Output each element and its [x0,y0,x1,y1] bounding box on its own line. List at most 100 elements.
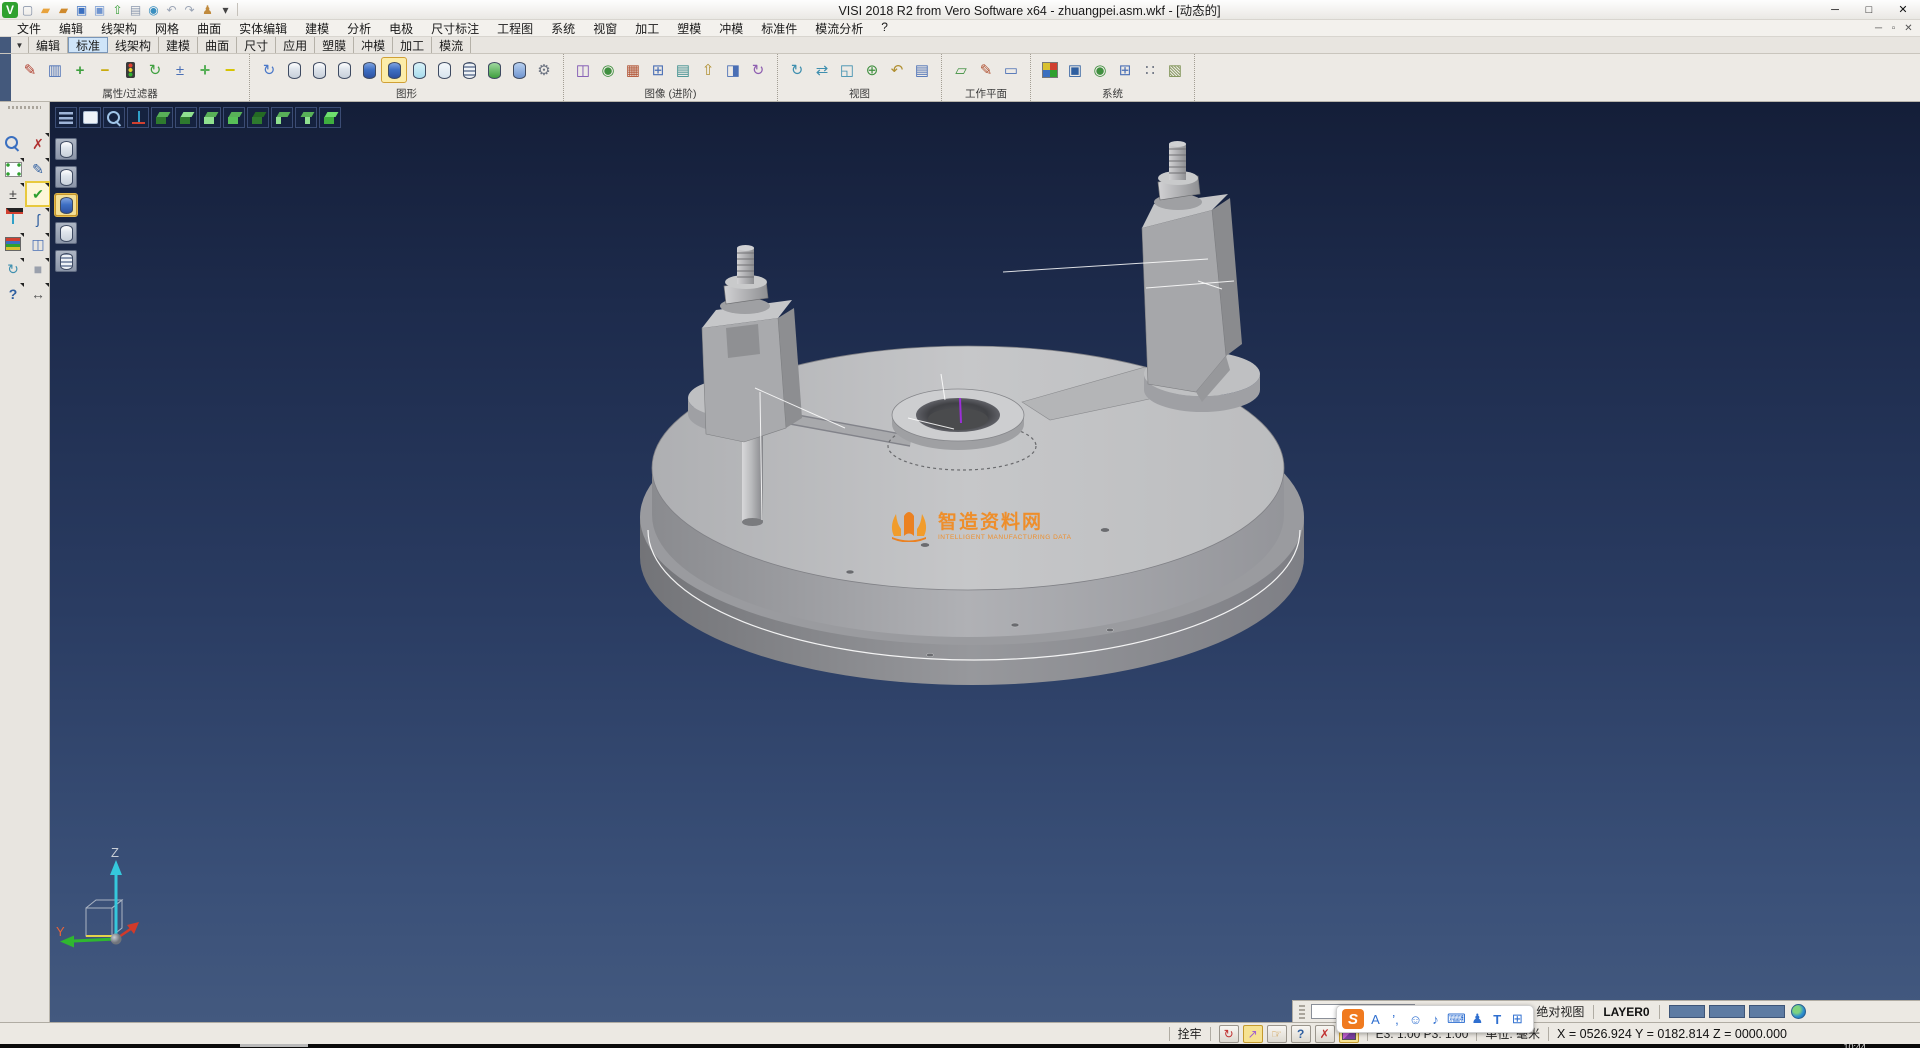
workplane-edit-icon[interactable]: ✎ [974,58,998,82]
image-gallery-icon[interactable]: ▦ [621,58,645,82]
cad-model-assembly[interactable] [50,102,1920,1022]
taskbar-item[interactable] [240,1044,308,1047]
sync-constraint-icon[interactable]: ↻ [1219,1025,1239,1043]
view-menu-icon[interactable] [55,107,77,128]
save-as-icon[interactable]: ▣ [91,2,108,18]
toolbar-grip[interactable] [8,106,41,109]
tab-die[interactable]: 冲模 [354,37,393,53]
zoom-window-icon[interactable]: ◱ [835,58,859,82]
system-options-icon[interactable]: ◉ [1088,58,1112,82]
ime-mode-icon[interactable]: A [1367,1009,1384,1029]
filter-traffic-icon[interactable] [118,58,142,82]
regen-display-icon[interactable]: ↻ [257,58,281,82]
menu-item[interactable]: 塑模 [668,20,710,37]
ghost-mode-icon[interactable] [55,222,77,244]
ime-punctuation-icon[interactable]: ’, [1387,1009,1404,1029]
shaded-mode-icon[interactable] [55,194,77,216]
redo-icon[interactable]: ↷ [181,2,198,18]
show-entities-icon[interactable]: + [68,58,92,82]
menu-item[interactable]: 实体编辑 [230,20,296,37]
save-all-icon[interactable]: ⇧ [109,2,126,18]
menu-item[interactable]: 分析 [338,20,380,37]
show-all-icon[interactable]: + [193,58,217,82]
zoom-dynamic-icon[interactable] [103,107,125,128]
save-icon[interactable]: ▣ [73,2,90,18]
magic-wand-icon[interactable]: ↗ [1243,1025,1263,1043]
tab-wireframe[interactable]: 线架构 [108,37,159,53]
display-settings-icon[interactable]: ⚙ [532,58,556,82]
no-snap-icon[interactable]: ✗ [1315,1025,1335,1043]
texture-display-icon[interactable] [507,58,531,82]
flat-display-icon[interactable] [432,58,456,82]
curve-edit-icon[interactable]: ʃ [27,208,49,230]
open-model-icon[interactable]: ▰ [55,2,72,18]
regen-icon[interactable]: ↻ [2,258,24,280]
measure-icon[interactable]: ↔ [27,283,49,305]
top-view-icon[interactable] [175,107,197,128]
sogou-logo[interactable]: S [1342,1009,1364,1029]
quick-access-dropdown[interactable]: ▾ [217,2,234,18]
toggle-visibility-icon[interactable]: ± [168,58,192,82]
shaded-edges-display-icon[interactable] [382,58,406,82]
menu-item[interactable]: 电极 [380,20,422,37]
color-table-icon[interactable] [1038,58,1062,82]
right-view-icon[interactable] [295,107,317,128]
hidden-line-mode-icon[interactable] [55,166,77,188]
previous-view-icon[interactable]: ↶ [885,58,909,82]
dashed-hidden-display-icon[interactable] [332,58,356,82]
menu-item[interactable]: 模流分析 [806,20,872,37]
status-grip[interactable] [1299,1005,1305,1019]
menu-item[interactable]: 视窗 [584,20,626,37]
screen-config-icon[interactable]: ▣ [1063,58,1087,82]
ime-toolbox-icon[interactable]: ⊞ [1509,1009,1526,1029]
snap-config-icon[interactable]: ∷ [1138,58,1162,82]
left-view-icon[interactable] [271,107,293,128]
menu-item[interactable]: 线架构 [92,20,146,37]
named-views-icon[interactable]: ▤ [910,58,934,82]
tab-dimension[interactable]: 尺寸 [237,37,276,53]
menu-item[interactable]: 工程图 [488,20,542,37]
copy-attributes-icon[interactable]: ▥ [43,58,67,82]
wireframe-mode-icon[interactable] [55,138,77,160]
grid-config-icon[interactable]: ⊞ [1113,58,1137,82]
new-file-icon[interactable]: ▢ [19,2,36,18]
dynamic-view-icon[interactable]: ↻ [785,58,809,82]
zoom-preview-icon[interactable] [2,133,24,155]
menu-item[interactable]: 冲模 [710,20,752,37]
visi-logo[interactable]: V [2,2,18,18]
session-icon[interactable]: ♟ [199,2,216,18]
menu-item[interactable]: 建模 [296,20,338,37]
zoom-extents-icon[interactable]: ⊕ [860,58,884,82]
tab-mold[interactable]: 塑膜 [315,37,354,53]
menu-item[interactable]: 网格 [146,20,188,37]
sketch-icon[interactable]: ✎ [27,158,49,180]
tab-modeling[interactable]: 建模 [159,37,198,53]
ime-skin-icon[interactable]: T [1489,1009,1506,1029]
open-file-icon[interactable]: ▰ [37,2,54,18]
workplane-align-icon[interactable]: ▭ [999,58,1023,82]
transparent-display-icon[interactable] [407,58,431,82]
context-help-icon[interactable]: ? [1291,1025,1311,1043]
menu-item[interactable]: 系统 [542,20,584,37]
viewport-3d[interactable]: 智造资料网 INTELLIGENT MANUFACTURING DATA Z Y [50,102,1920,1022]
box-select-icon[interactable] [2,158,24,180]
ime-keyboard-icon[interactable]: ⌨ [1447,1009,1466,1029]
menu-item[interactable]: 曲面 [188,20,230,37]
bottom-view-icon[interactable] [199,107,221,128]
minimize-button[interactable]: ─ [1818,0,1852,19]
image-overlay-icon[interactable]: ⊞ [646,58,670,82]
edit-attributes-icon[interactable]: ✎ [18,58,42,82]
menu-item[interactable]: 尺寸标注 [422,20,488,37]
shaded-iso-view-icon[interactable] [319,107,341,128]
fit-view-icon[interactable] [79,107,101,128]
image-view-icon[interactable]: ◉ [596,58,620,82]
tab-edit[interactable]: 编辑 [29,37,68,53]
pick-hand-icon[interactable]: ☞ [1267,1025,1287,1043]
close-button[interactable]: ✕ [1886,0,1920,19]
print-icon[interactable]: ▤ [127,2,144,18]
earth-icon[interactable] [1791,1004,1806,1019]
help-icon[interactable]: ? [2,283,24,305]
tab-application[interactable]: 应用 [276,37,315,53]
back-view-icon[interactable] [247,107,269,128]
image-capture-icon[interactable]: ◫ [571,58,595,82]
